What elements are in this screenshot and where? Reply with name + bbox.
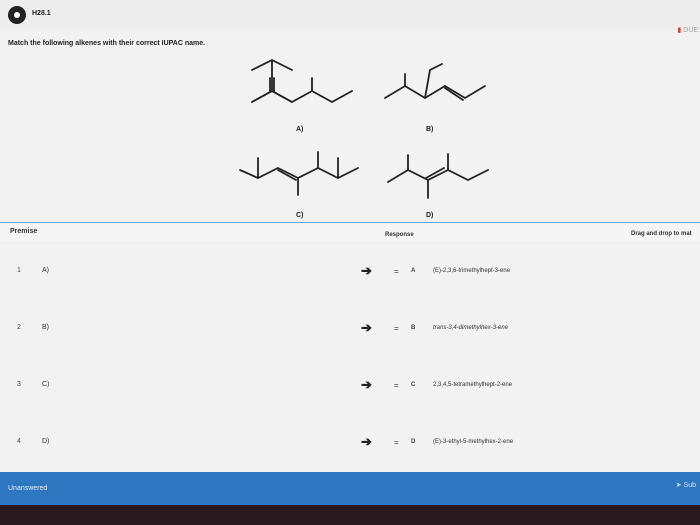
back-icon[interactable]: [8, 6, 26, 24]
due-indicator[interactable]: ▮ DUE:: [677, 26, 700, 34]
answer-status: Unanswered: [8, 485, 48, 492]
due-label: DUE:: [683, 27, 700, 34]
response-letter[interactable]: A: [411, 268, 415, 274]
premise-item: C): [42, 381, 50, 388]
structure-a-label: A): [296, 126, 304, 133]
response-letter[interactable]: D: [411, 439, 415, 445]
submit-label: Sub: [683, 482, 696, 489]
drag-handle-icon[interactable]: =: [394, 381, 399, 390]
arrow-icon: ➔: [361, 263, 372, 278]
alkene-structures: [239, 59, 489, 199]
submit-button[interactable]: ➤ Sub: [676, 481, 696, 489]
structure-b: [384, 63, 486, 101]
question-instruction: Match the following alkenes with their c…: [8, 40, 206, 47]
send-icon: ➤: [675, 482, 684, 489]
response-header: Response: [385, 232, 414, 238]
response-letter[interactable]: B: [411, 325, 415, 331]
row-number: 4: [17, 438, 21, 445]
response-item[interactable]: trans-3,4-dimethylhex-3-ene: [433, 325, 508, 331]
arrow-icon: ➔: [361, 377, 372, 392]
premise-item: B): [42, 324, 49, 331]
quiz-screen: H28.1 ▮ DUE: Match the following alkenes …: [0, 0, 700, 505]
response-item[interactable]: 2,3,4,5-tetramethylhept-2-ene: [433, 382, 512, 388]
top-bar: H28.1: [0, 0, 700, 30]
row-number: 3: [17, 381, 21, 388]
flag-icon: ▮: [677, 27, 682, 34]
premise-header: Premise: [10, 228, 38, 235]
response-item[interactable]: (E)-2,3,6-trimethylhept-3-ene: [433, 268, 510, 274]
structure-b-label: B): [426, 126, 434, 133]
match-row: 2 B) ➔ = B trans-3,4-dimethylhex-3-ene: [0, 302, 700, 356]
response-item[interactable]: (E)-3-ethyl-5-methylhex-2-ene: [433, 439, 513, 445]
structure-c-label: C): [296, 212, 304, 219]
structure-a: [251, 59, 353, 104]
row-number: 2: [17, 324, 21, 331]
premise-item: A): [42, 267, 49, 274]
structure-d: [387, 153, 489, 199]
premise-item: D): [42, 438, 50, 445]
drag-handle-icon[interactable]: =: [394, 438, 399, 447]
drag-handle-icon[interactable]: =: [394, 267, 399, 276]
column-header-bar: Premise Response Drag and drop to mat: [0, 222, 700, 241]
structure-c: [239, 151, 359, 196]
arrow-icon: ➔: [361, 434, 372, 449]
row-number: 1: [17, 267, 21, 274]
structure-panel: A) B) C) D): [220, 50, 510, 225]
structure-d-label: D): [426, 212, 434, 219]
footer-bar: Unanswered ➤ Sub: [0, 472, 700, 505]
match-row: 4 D) ➔ = D (E)-3-ethyl-5-methylhex-2-ene: [0, 416, 700, 470]
match-row: 1 A) ➔ = A (E)-2,3,6-trimethylhept-3-ene: [0, 245, 700, 299]
assignment-title: H28.1: [32, 10, 51, 17]
drag-hint: Drag and drop to mat: [631, 231, 692, 237]
arrow-icon: ➔: [361, 320, 372, 335]
drag-handle-icon[interactable]: =: [394, 324, 399, 333]
response-letter[interactable]: C: [411, 382, 415, 388]
match-row: 3 C) ➔ = C 2,3,4,5-tetramethylhept-2-ene: [0, 359, 700, 413]
